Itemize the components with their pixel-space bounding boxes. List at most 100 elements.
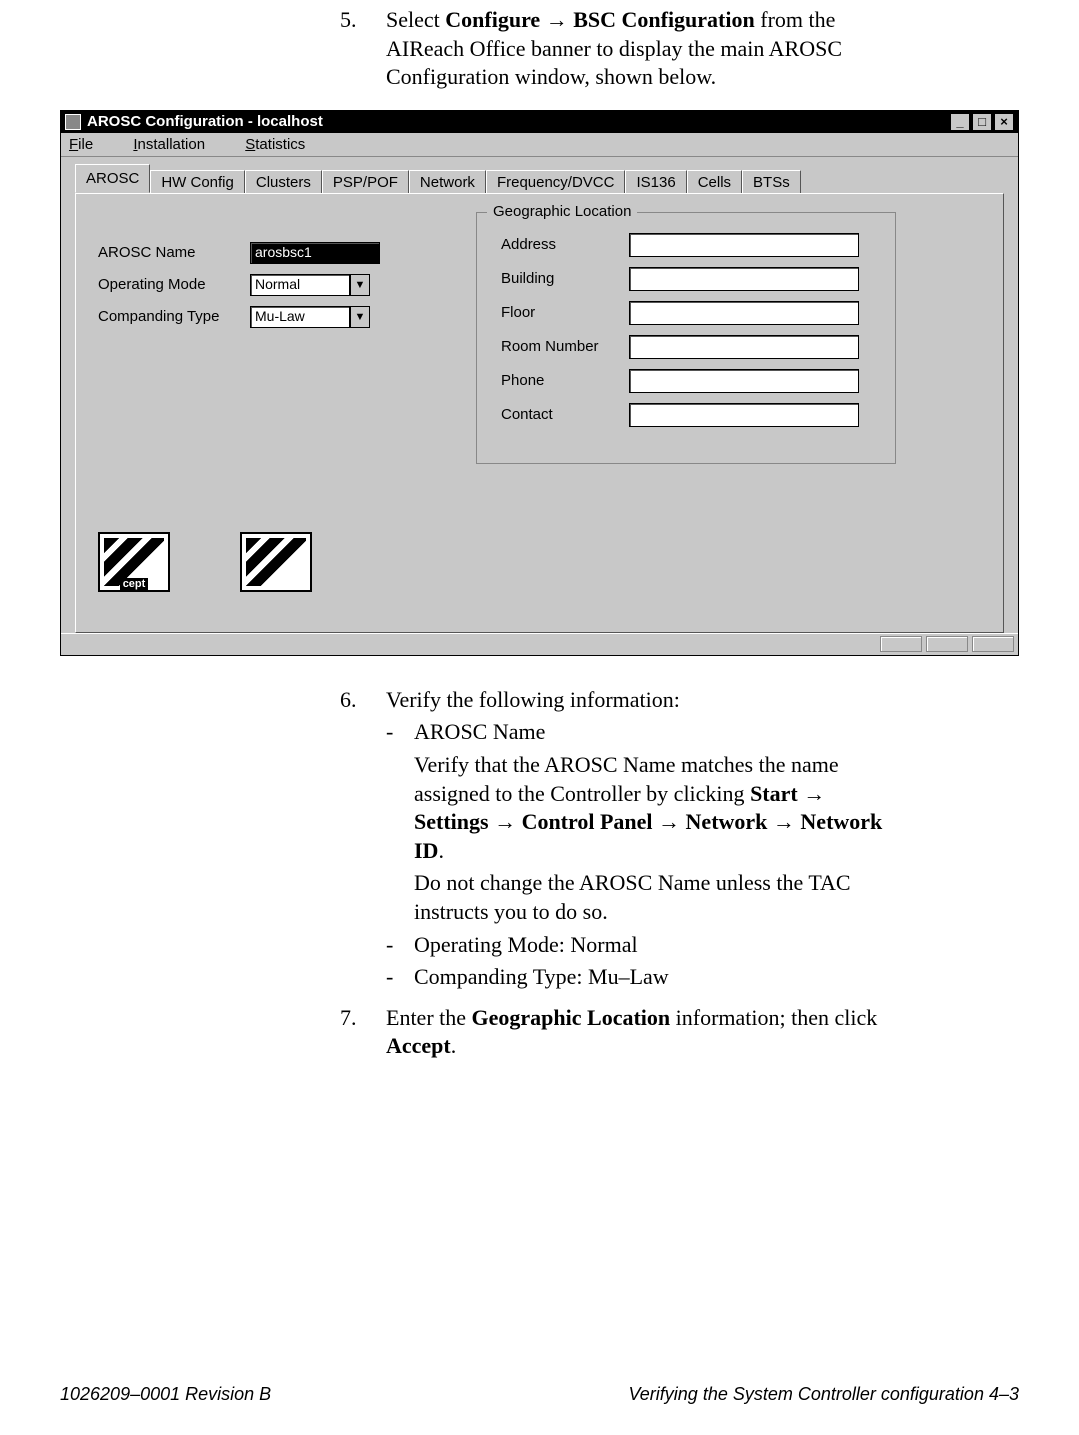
step-7: 7. Enter the Geographic Location informa… (340, 1004, 899, 1061)
address-label: Address (501, 236, 629, 253)
t: Settings (414, 809, 489, 834)
tab-cells[interactable]: Cells (687, 170, 742, 194)
left-form: AROSC Name arosbsc1 Operating Mode Norma… (98, 242, 458, 338)
floor-label: Floor (501, 304, 629, 321)
step-number: 5. (340, 6, 386, 92)
t: Control Panel (522, 809, 653, 834)
tab-btss[interactable]: BTSs (742, 170, 801, 194)
operating-mode-value: Normal (250, 274, 350, 296)
status-cell (880, 636, 922, 652)
step-5: 5. Select Configure → BSC Configuration … (340, 6, 899, 92)
status-cell (926, 636, 968, 652)
dash: - (386, 931, 414, 960)
t: nstallation (138, 136, 206, 153)
companding-type-value: Mu-Law (250, 306, 350, 328)
tab-frequency[interactable]: Frequency/DVCC (486, 170, 626, 194)
menu-bar: File Installation Statistics (61, 133, 1018, 157)
dash: - (386, 718, 414, 747)
para: Verify that the AROSC Name matches the n… (414, 751, 899, 865)
menu-installation[interactable]: Installation (133, 136, 223, 153)
t: . (438, 838, 444, 863)
btn-label: cept (120, 578, 149, 590)
companding-type-label: Companding Type (98, 308, 250, 325)
companding-type-select[interactable]: Mu-Law ▼ (250, 306, 370, 328)
geographic-location-group: Geographic Location Address Building Flo… (476, 212, 896, 464)
floor-input[interactable] (629, 301, 859, 325)
tab-network[interactable]: Network (409, 170, 486, 194)
page-footer: 1026209–0001 Revision B Verifying the Sy… (60, 1384, 1019, 1405)
close-button[interactable]: × (994, 113, 1014, 131)
building-input[interactable] (629, 267, 859, 291)
menu-file[interactable]: File (69, 136, 111, 153)
tab-hwconfig[interactable]: HW Config (150, 170, 245, 194)
menu-ref: Configure (445, 7, 540, 32)
tab-is136[interactable]: IS136 (625, 170, 686, 194)
undo-button[interactable] (240, 532, 312, 592)
room-input[interactable] (629, 335, 859, 359)
tab-strip: AROSC HW Config Clusters PSP/POF Network… (75, 167, 1004, 193)
step-body: Enter the Geographic Location informatio… (386, 1004, 899, 1061)
step-number: 6. (340, 686, 386, 715)
bullet-arosc-name: AROSC Name (414, 718, 899, 747)
group-legend: Geographic Location (487, 203, 637, 220)
tab-panel-arosc: AROSC Name arosbsc1 Operating Mode Norma… (75, 193, 1004, 633)
t: tatistics (255, 136, 305, 153)
contact-label: Contact (501, 406, 629, 423)
footer-left: 1026209–0001 Revision B (60, 1384, 271, 1405)
document-page: 5. Select Configure → BSC Configuration … (0, 6, 1079, 1435)
bullet-operating-mode: Operating Mode: Normal (414, 931, 899, 960)
chevron-down-icon[interactable]: ▼ (350, 306, 370, 328)
operating-mode-select[interactable]: Normal ▼ (250, 274, 370, 296)
menu-ref: BSC Configuration (573, 7, 755, 32)
building-label: Building (501, 270, 629, 287)
status-cell (972, 636, 1014, 652)
accept-button[interactable]: cept (98, 532, 170, 592)
arosc-name-label: AROSC Name (98, 244, 250, 261)
t: information; then click (670, 1005, 877, 1030)
footer-right: Verifying the System Controller configur… (628, 1384, 1019, 1405)
u: I (133, 136, 137, 153)
tab-clusters[interactable]: Clusters (245, 170, 322, 194)
step-number: 7. (340, 1004, 386, 1061)
t: Enter the (386, 1005, 472, 1030)
t: ile (78, 136, 93, 153)
menu-statistics[interactable]: Statistics (245, 136, 323, 153)
u: F (69, 136, 78, 153)
para: Do not change the AROSC Name unless the … (414, 869, 899, 926)
minimize-button[interactable]: _ (950, 113, 970, 131)
t: → (653, 809, 686, 834)
t: Accept (386, 1033, 451, 1058)
operating-mode-label: Operating Mode (98, 276, 250, 293)
maximize-button[interactable]: □ (972, 113, 992, 131)
status-bar (61, 633, 1018, 655)
contact-input[interactable] (629, 403, 859, 427)
address-input[interactable] (629, 233, 859, 257)
chevron-down-icon[interactable]: ▼ (350, 274, 370, 296)
dash: - (386, 963, 414, 992)
arosc-name-input[interactable]: arosbsc1 (250, 242, 380, 264)
room-label: Room Number (501, 338, 629, 355)
step-body: Select Configure → BSC Configuration fro… (386, 6, 899, 92)
tab-arosc[interactable]: AROSC (75, 164, 150, 193)
t: . (451, 1033, 457, 1058)
t: → (489, 809, 522, 834)
action-buttons: cept (98, 532, 312, 592)
title-bar[interactable]: AROSC Configuration - localhost _ □ × (61, 111, 1018, 133)
window-title: AROSC Configuration - localhost (87, 113, 323, 130)
bullet-companding: Companding Type: Mu–Law (414, 963, 899, 992)
t: Geographic Location (472, 1005, 671, 1030)
t: → (798, 781, 826, 806)
u: S (245, 136, 255, 153)
t: Select (386, 7, 445, 32)
t: → (767, 809, 800, 834)
step-body: Verify the following information: (386, 686, 899, 715)
phone-input[interactable] (629, 369, 859, 393)
arosc-config-window: AROSC Configuration - localhost _ □ × Fi… (60, 110, 1019, 656)
phone-label: Phone (501, 372, 629, 389)
tab-psppof[interactable]: PSP/POF (322, 170, 409, 194)
client-area: AROSC HW Config Clusters PSP/POF Network… (61, 157, 1018, 633)
t: Network (686, 809, 768, 834)
arrow: → (540, 7, 573, 32)
app-icon (65, 114, 81, 130)
step-6: 6. Verify the following information: - A… (340, 686, 899, 992)
